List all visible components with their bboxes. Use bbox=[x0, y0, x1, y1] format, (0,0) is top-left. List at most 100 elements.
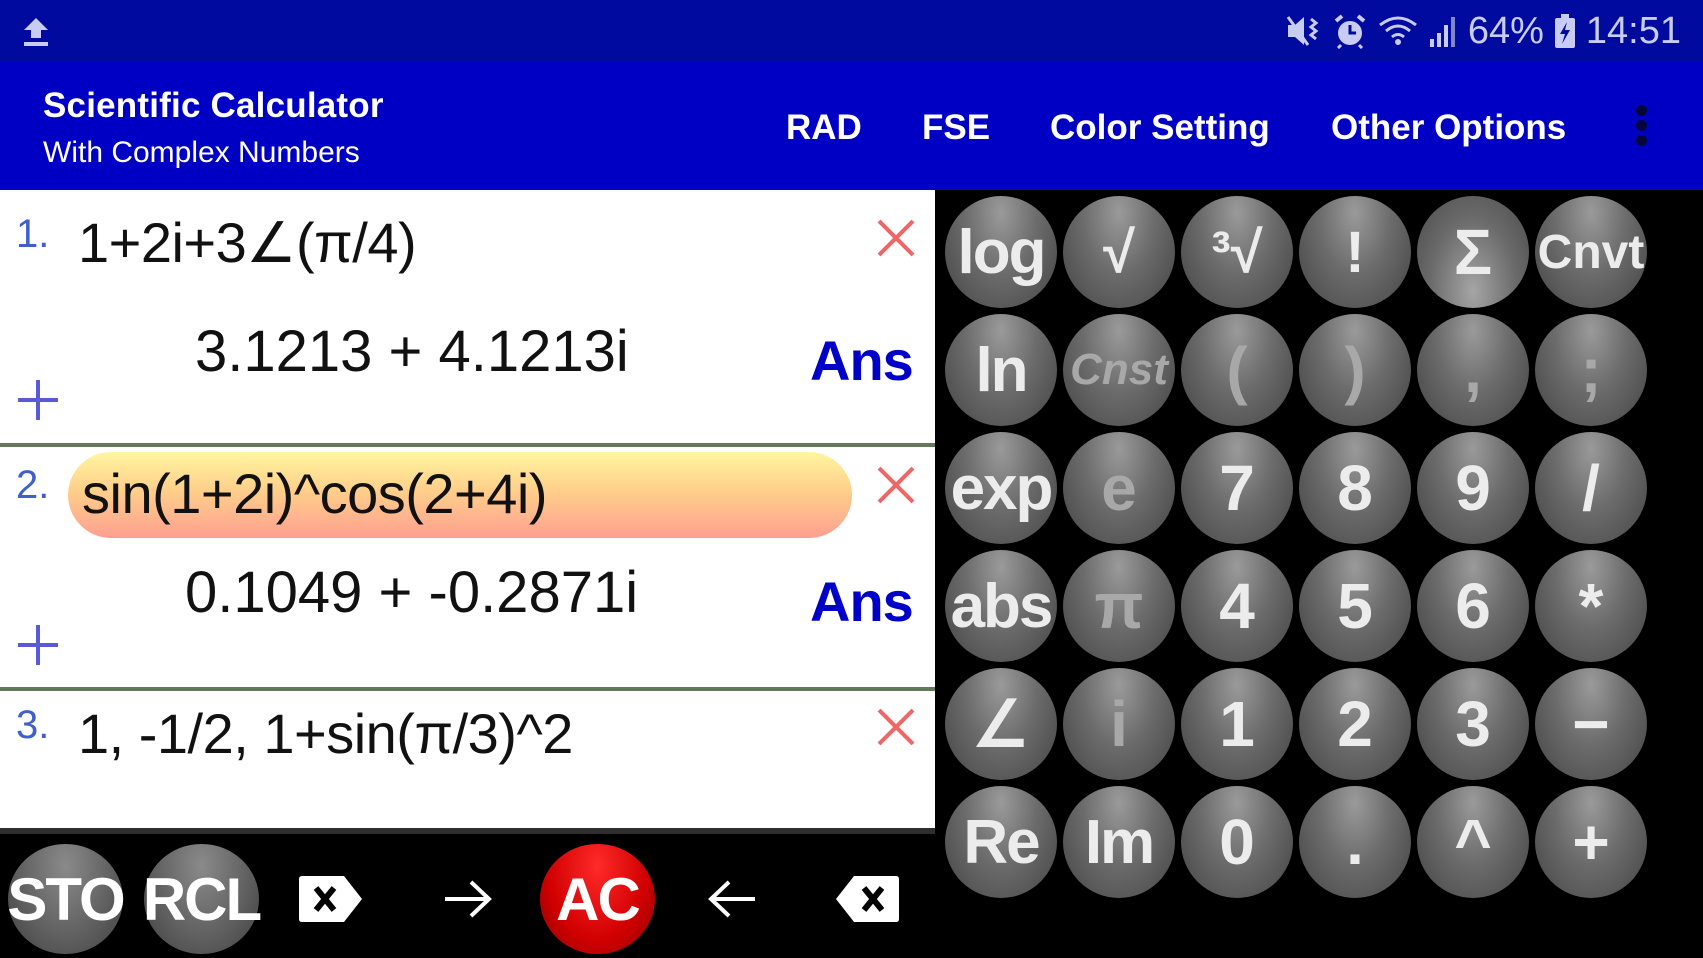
key-factorial-label: ! bbox=[1345, 219, 1365, 285]
key-4[interactable]: 4 bbox=[1181, 550, 1293, 662]
key-angle-label: ∠ bbox=[972, 687, 1030, 760]
menu-other-options[interactable]: Other Options bbox=[1331, 108, 1566, 148]
key-angle[interactable]: ∠ bbox=[945, 668, 1057, 780]
key-power-label: ^ bbox=[1454, 806, 1492, 878]
key-re[interactable]: Re bbox=[945, 786, 1057, 898]
ac-button[interactable]: AC bbox=[540, 844, 655, 954]
key-semicolon[interactable]: ; bbox=[1535, 314, 1647, 426]
menu-color-setting[interactable]: Color Setting bbox=[1050, 108, 1270, 148]
menu-fse[interactable]: FSE bbox=[922, 108, 990, 148]
key-power[interactable]: ^ bbox=[1417, 786, 1529, 898]
key-multiply-label: * bbox=[1578, 570, 1604, 642]
app-subtitle: With Complex Numbers bbox=[43, 136, 360, 169]
key-convert[interactable]: Cnvt bbox=[1535, 196, 1647, 308]
key-i[interactable]: i bbox=[1063, 668, 1175, 780]
key-3-label: 3 bbox=[1455, 688, 1491, 760]
history-result: 3.1213 + 4.1213i bbox=[195, 319, 629, 384]
key-6[interactable]: 6 bbox=[1417, 550, 1529, 662]
backspace-icon[interactable] bbox=[832, 844, 902, 954]
ans-button[interactable]: Ans bbox=[810, 569, 914, 634]
key-decimal[interactable]: . bbox=[1299, 786, 1411, 898]
signal-icon bbox=[1429, 17, 1455, 47]
delete-entry-icon[interactable] bbox=[876, 707, 916, 747]
history-list: 1. 1+2i+3∠(π/4) 3.1213 + 4.1213i Ans 2. … bbox=[0, 190, 935, 830]
ans-button[interactable]: Ans bbox=[810, 328, 914, 393]
delete-forward-icon[interactable] bbox=[296, 844, 366, 954]
key-open-paren[interactable]: ( bbox=[1181, 314, 1293, 426]
key-7[interactable]: 7 bbox=[1181, 432, 1293, 544]
history-expression-selected[interactable]: sin(1+2i)^cos(2+4i) bbox=[68, 452, 852, 538]
key-abs-label: abs bbox=[950, 571, 1054, 641]
key-factorial[interactable]: ! bbox=[1299, 196, 1411, 308]
menu-rad[interactable]: RAD bbox=[786, 108, 862, 148]
more-vert-icon[interactable] bbox=[1630, 102, 1652, 154]
key-5[interactable]: 5 bbox=[1299, 550, 1411, 662]
key-close-paren[interactable]: ) bbox=[1299, 314, 1411, 426]
key-2-label: 2 bbox=[1337, 688, 1373, 760]
key-e-label: e bbox=[1101, 452, 1137, 524]
calculator-screen: 64% 14:51 Scientific Calculator With Com… bbox=[0, 0, 1703, 958]
history-expression[interactable]: 1, -1/2, 1+sin(π/3)^2 bbox=[78, 701, 573, 766]
key-constants-label: Cnst bbox=[1070, 345, 1168, 394]
delete-entry-icon[interactable] bbox=[876, 218, 916, 258]
key-sum[interactable]: Σ bbox=[1417, 196, 1529, 308]
history-item[interactable]: 2. sin(1+2i)^cos(2+4i) 0.1049 + -0.2871i… bbox=[0, 447, 935, 687]
key-cbrt-label: ³√ bbox=[1211, 219, 1263, 285]
arrow-left-icon[interactable] bbox=[702, 844, 762, 954]
sto-button[interactable]: STO bbox=[7, 844, 126, 954]
key-4-label: 4 bbox=[1219, 570, 1255, 642]
mute-vibrate-icon bbox=[1286, 16, 1319, 46]
key-1[interactable]: 1 bbox=[1181, 668, 1293, 780]
key-minus-label: − bbox=[1572, 688, 1610, 760]
bottom-toolbar: STO RCL AC bbox=[0, 828, 935, 958]
key-divide[interactable]: / bbox=[1535, 432, 1647, 544]
arrow-right-icon[interactable] bbox=[438, 844, 498, 954]
key-0[interactable]: 0 bbox=[1181, 786, 1293, 898]
rcl-button[interactable]: RCL bbox=[143, 844, 262, 954]
key-minus[interactable]: − bbox=[1535, 668, 1647, 780]
key-2[interactable]: 2 bbox=[1299, 668, 1411, 780]
key-abs[interactable]: abs bbox=[945, 550, 1057, 662]
key-9-label: 9 bbox=[1455, 452, 1491, 524]
key-close-paren-label: ) bbox=[1344, 334, 1366, 406]
key-3[interactable]: 3 bbox=[1417, 668, 1529, 780]
key-cbrt[interactable]: ³√ bbox=[1181, 196, 1293, 308]
wifi-icon bbox=[1378, 16, 1417, 45]
key-comma-label: , bbox=[1464, 334, 1482, 406]
status-icons: 64% 14:51 bbox=[1286, 8, 1681, 54]
key-e[interactable]: e bbox=[1063, 432, 1175, 544]
app-bar: Scientific Calculator With Complex Numbe… bbox=[0, 62, 1703, 190]
key-plus[interactable]: + bbox=[1535, 786, 1647, 898]
key-im-label: Im bbox=[1084, 807, 1155, 877]
key-decimal-label: . bbox=[1346, 806, 1364, 878]
key-log[interactable]: log bbox=[945, 196, 1057, 308]
key-pi[interactable]: π bbox=[1063, 550, 1175, 662]
history-index: 3. bbox=[16, 703, 50, 747]
key-convert-label: Cnvt bbox=[1537, 225, 1645, 279]
history-item[interactable]: 1. 1+2i+3∠(π/4) 3.1213 + 4.1213i Ans bbox=[0, 190, 935, 443]
key-ln-label: ln bbox=[975, 335, 1028, 405]
key-comma[interactable]: , bbox=[1417, 314, 1529, 426]
key-9[interactable]: 9 bbox=[1417, 432, 1529, 544]
key-exp-label: exp bbox=[950, 453, 1054, 523]
key-5-label: 5 bbox=[1337, 570, 1373, 642]
key-8[interactable]: 8 bbox=[1299, 432, 1411, 544]
key-open-paren-label: ( bbox=[1226, 334, 1248, 406]
keypad: log √ ³√! Σ Cnvt ln Cnst (),; exp e 7 8 9 / abs π 4 5 6 * ∠ i… bbox=[935, 190, 1703, 958]
key-constants[interactable]: Cnst bbox=[1063, 314, 1175, 426]
insert-entry-icon[interactable] bbox=[18, 625, 58, 665]
key-im[interactable]: Im bbox=[1063, 786, 1175, 898]
history-expression[interactable]: 1+2i+3∠(π/4) bbox=[78, 210, 417, 276]
history-result: 0.1049 + -0.2871i bbox=[185, 560, 639, 625]
insert-entry-icon[interactable] bbox=[18, 380, 58, 420]
key-exp[interactable]: exp bbox=[945, 432, 1057, 544]
key-ln[interactable]: ln bbox=[945, 314, 1057, 426]
key-i-label: i bbox=[1110, 688, 1128, 760]
key-plus-label: + bbox=[1572, 806, 1610, 878]
delete-entry-icon[interactable] bbox=[876, 465, 916, 505]
alarm-icon bbox=[1334, 14, 1366, 49]
upload-icon bbox=[24, 18, 48, 46]
key-multiply[interactable]: * bbox=[1535, 550, 1647, 662]
history-item[interactable]: 3. 1, -1/2, 1+sin(π/3)^2 bbox=[0, 691, 935, 830]
key-sqrt[interactable]: √ bbox=[1063, 196, 1175, 308]
